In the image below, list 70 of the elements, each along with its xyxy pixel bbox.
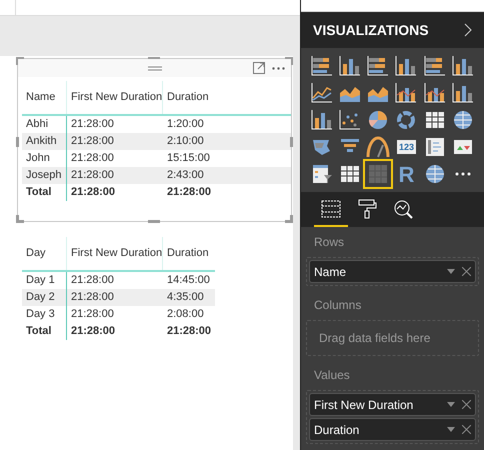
table-cell: Ankith: [22, 132, 67, 150]
table-cell-text: 21:28:00: [70, 272, 115, 288]
total-cell-text: 21:28:00: [70, 324, 116, 338]
total-cell-text: 21:28:00: [166, 324, 212, 338]
column-header[interactable]: Day: [22, 237, 67, 270]
table-cell-text: 21:28:00: [70, 150, 115, 166]
total-cell: Total: [22, 184, 67, 200]
slicer-chart-icon: [310, 162, 334, 186]
column-header[interactable]: Duration: [163, 81, 215, 114]
dropdown-caret-icon[interactable]: [447, 269, 455, 274]
table-cell-text: 2:08:00: [166, 306, 205, 322]
field-pill[interactable]: Duration: [309, 418, 476, 441]
gauge-chart-icon: [366, 135, 390, 159]
table-cell-text: 21:28:00: [70, 306, 115, 322]
vbar-chart-icon: [450, 81, 475, 105]
vbar-chart-icon: [338, 54, 362, 78]
close-icon[interactable]: [462, 425, 471, 434]
focus-mode-icon[interactable]: [253, 62, 265, 74]
column-header[interactable]: First New Duration: [67, 81, 163, 114]
table-cell-text: 21:28:00: [70, 134, 115, 148]
table-cell-text: 21:28:00: [70, 168, 115, 182]
well-label: Rows: [313, 234, 346, 251]
field-pill[interactable]: Name: [309, 260, 476, 283]
dropdown-caret-icon[interactable]: [447, 427, 455, 432]
analytics-icon: [393, 198, 413, 218]
table-cell-text: 2:10:00: [166, 134, 205, 148]
table-cell-text: 4:35:00: [166, 290, 205, 304]
vbar-chart-icon: [394, 54, 418, 78]
combo-chart-icon: [422, 81, 447, 105]
field-pill[interactable]: First New Duration: [309, 393, 476, 416]
well-label: Columns: [313, 297, 362, 314]
close-icon[interactable]: [462, 267, 471, 276]
visual-button[interactable]: 123: [393, 134, 420, 160]
table-cell: Day 2: [22, 288, 67, 306]
hbar-chart-icon: [422, 54, 447, 78]
table-cell: Day 3: [22, 306, 67, 322]
visual-card[interactable]: Name First New Duration Duration Abhi 21:28:00 1:20:00 Ankith 21:28:00 2:10:00 John 21:28:00 15:15:00 Joseph 21:28:00 2:43:00 Total 21:28:00 21:28:00: [17, 58, 292, 222]
hbar-chart-icon: [366, 54, 390, 78]
table-cell-text: 14:45:00: [166, 272, 211, 288]
line-chart-icon: [310, 81, 334, 105]
drop-zone[interactable]: Drag data fields here: [306, 320, 479, 356]
column-header[interactable]: First New Duration: [67, 237, 163, 270]
table-cell-text: 1:20:00: [166, 116, 205, 132]
close-icon[interactable]: [462, 400, 471, 409]
more-options-icon[interactable]: [272, 67, 285, 70]
table-cell-text: 21:28:00: [70, 116, 115, 132]
table-cell-text: 2:43:00: [166, 168, 205, 182]
column-header[interactable]: Duration: [163, 237, 215, 270]
dropdown-caret-icon[interactable]: [447, 402, 455, 407]
paint-roller-icon: [357, 198, 377, 218]
well-label: Values: [313, 367, 351, 384]
hbar-chart-icon: [310, 54, 334, 78]
vbar-chart-icon: [450, 54, 475, 78]
drag-handle-icon[interactable]: [148, 66, 162, 70]
table-cell-text: 15:15:00: [166, 150, 211, 166]
scatter-chart-icon: [338, 108, 362, 132]
combo-chart-icon: [394, 81, 418, 105]
table-cell-text: 21:28:00: [70, 290, 115, 304]
total-cell-text: 21:28:00: [70, 184, 116, 200]
vbar-chart-icon: [310, 108, 334, 132]
table-cell: Joseph: [22, 166, 67, 184]
visual-button[interactable]: [365, 134, 392, 160]
fields-icon: [321, 200, 341, 218]
panel-title: VISUALIZATIONS: [313, 20, 429, 40]
chevron-right-icon[interactable]: [464, 23, 472, 38]
total-cell: Total: [22, 322, 67, 340]
more-icon: [454, 172, 471, 176]
total-cell-text: 21:28:00: [166, 184, 212, 200]
column-header[interactable]: Name: [22, 81, 67, 114]
visual-button[interactable]: R: [393, 161, 420, 187]
